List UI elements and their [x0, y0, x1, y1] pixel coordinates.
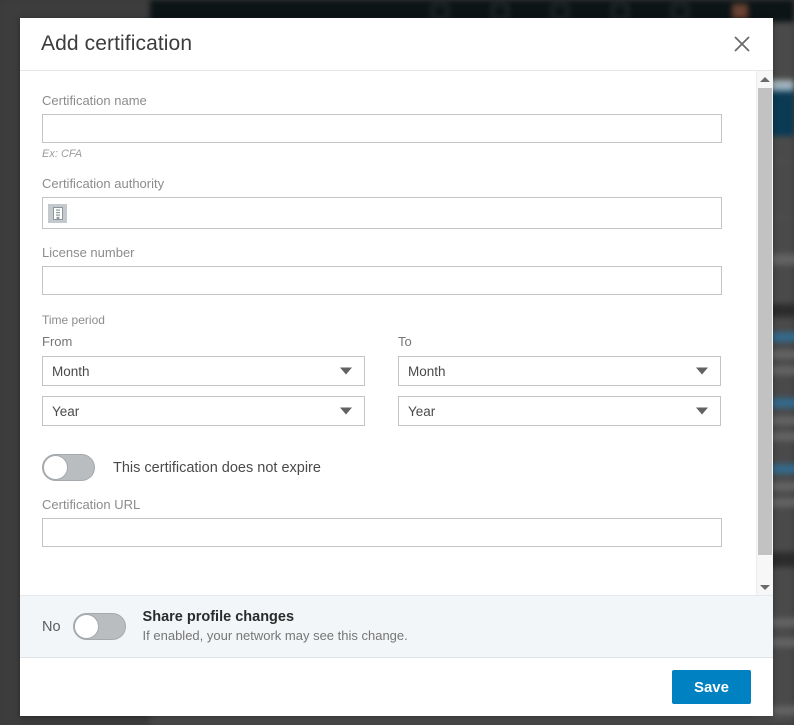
to-month-value: Month	[408, 363, 446, 379]
close-icon[interactable]	[727, 29, 757, 59]
caret-up-icon	[760, 76, 770, 82]
to-label: To	[398, 334, 412, 349]
share-profile-changes-title: Share profile changes	[142, 609, 295, 626]
scrollbar-thumb[interactable]	[758, 88, 772, 555]
from-month-select[interactable]: Month	[42, 356, 365, 386]
no-expire-toggle-row: This certification does not expire	[42, 454, 734, 481]
certification-name-input[interactable]	[42, 114, 722, 143]
chevron-down-icon	[696, 367, 708, 375]
notifications-icon	[672, 3, 688, 19]
dialog-title: Add certification	[41, 32, 193, 55]
to-year-value: Year	[408, 403, 436, 419]
network-icon	[492, 3, 508, 19]
share-profile-changes-toggle[interactable]	[72, 613, 126, 640]
time-period-from-column: From Month Year	[42, 334, 365, 436]
dialog-body: Certification name Ex: CFA Certification…	[20, 71, 756, 595]
certification-name-label: Certification name	[42, 93, 147, 108]
certification-url-label: Certification URL	[42, 497, 141, 512]
certification-name-hint: Ex: CFA	[42, 148, 83, 160]
toggle-knob	[43, 455, 68, 480]
license-number-field: License number	[42, 245, 734, 295]
screen: Add certification Certification name Ex:…	[0, 0, 794, 725]
time-period-label: Time period	[42, 313, 105, 327]
close-icon-glyph	[734, 36, 750, 52]
from-month-value: Month	[52, 363, 90, 379]
time-period-grid: From Month Year To Month Year	[42, 334, 734, 436]
license-number-label: License number	[42, 245, 135, 260]
toggle-knob	[73, 614, 99, 639]
dialog-body-wrapper: Certification name Ex: CFA Certification…	[20, 71, 773, 595]
jobs-icon	[552, 3, 568, 19]
dialog-scrollbar[interactable]	[756, 71, 773, 595]
to-year-select[interactable]: Year	[398, 396, 721, 426]
certification-url-input[interactable]	[42, 518, 722, 547]
no-expire-toggle[interactable]	[42, 454, 95, 481]
share-toggle-state-label: No	[42, 618, 61, 635]
chevron-down-icon	[340, 367, 352, 375]
from-year-select[interactable]: Year	[42, 396, 365, 426]
company-building-icon	[48, 203, 67, 223]
certification-name-field: Certification name Ex: CFA	[42, 93, 734, 160]
share-profile-changes-text: Share profile changes If enabled, your n…	[143, 608, 408, 644]
time-period-to-column: To Month Year	[398, 334, 721, 436]
scrollbar-up-arrow[interactable]	[757, 71, 773, 87]
certification-url-field: Certification URL	[42, 497, 734, 547]
scrollbar-down-arrow[interactable]	[757, 579, 773, 595]
messaging-icon	[612, 3, 628, 19]
from-label: From	[42, 334, 73, 349]
dialog-header: Add certification	[20, 18, 773, 71]
save-button[interactable]: Save	[671, 670, 751, 704]
no-expire-toggle-label: This certification does not expire	[113, 459, 321, 476]
avatar	[732, 3, 748, 19]
to-month-select[interactable]: Month	[398, 356, 721, 386]
share-profile-changes-bar: No Share profile changes If enabled, you…	[20, 595, 773, 658]
chevron-down-icon	[340, 407, 352, 415]
time-period-section: Time period From Month Year To Month Yea…	[42, 313, 734, 436]
bookmark-icon	[432, 3, 448, 19]
certification-authority-input-wrap[interactable]	[42, 197, 722, 229]
share-profile-changes-subtitle: If enabled, your network may see this ch…	[142, 627, 408, 643]
add-certification-dialog: Add certification Certification name Ex:…	[20, 18, 773, 716]
certification-authority-field: Certification authority	[42, 176, 734, 229]
dialog-action-bar: Save	[20, 658, 773, 716]
chevron-down-icon	[696, 407, 708, 415]
certification-authority-label: Certification authority	[42, 176, 165, 191]
caret-down-icon	[760, 584, 770, 590]
from-year-value: Year	[52, 403, 80, 419]
license-number-input[interactable]	[42, 266, 722, 295]
certification-authority-input[interactable]	[67, 198, 721, 228]
company-building-icon-glyph	[52, 206, 63, 220]
